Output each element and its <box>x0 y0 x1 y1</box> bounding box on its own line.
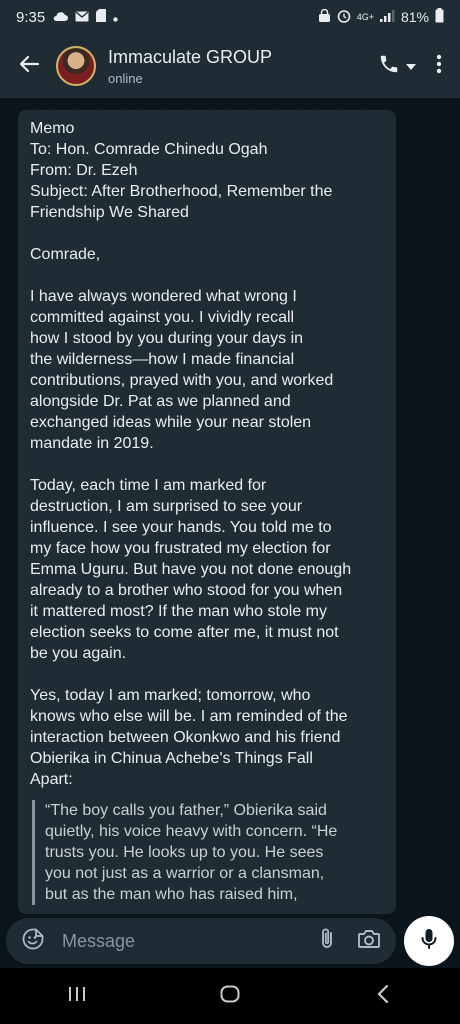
quote-line: “The boy calls you father,” Obierika sai… <box>45 802 327 819</box>
composer-box <box>6 918 396 964</box>
chat-header: Immaculate GROUP online <box>0 34 460 98</box>
lock-icon <box>318 8 331 25</box>
message-line: influence. I see your hands. You told me… <box>30 519 332 536</box>
signal-icon <box>379 9 395 25</box>
message-line: the wilderness—how I made financial <box>30 351 295 368</box>
home-button[interactable] <box>200 976 260 1016</box>
quote-line: you not just as a warrior or a clansman, <box>45 865 325 882</box>
message-line: how I stood by you during your days in <box>30 330 304 347</box>
message-line: exchanged ideas while your near stolen <box>30 414 312 431</box>
chevron-down-icon <box>406 57 416 75</box>
attach-button[interactable] <box>310 924 344 958</box>
message-line: Obierika in Chinua Achebe's Things Fall <box>30 750 313 767</box>
salutation: Comrade, <box>30 246 101 263</box>
message-line: Friendship We Shared <box>30 204 189 221</box>
message-line: Apart: <box>30 771 73 788</box>
cloud-icon <box>52 9 69 26</box>
chat-area[interactable]: Memo To: Hon. Comrade Chinedu Ogah From:… <box>0 98 460 914</box>
message-line: destruction, I am surprised to see your <box>30 498 303 515</box>
memo-header: Memo To: Hon. Comrade Chinedu Ogah From:… <box>30 118 384 223</box>
battery-percent: 81% <box>400 9 429 25</box>
paragraph-1: I have always wondered what wrong I comm… <box>30 286 384 454</box>
message-line: From: Dr. Ezeh <box>30 162 138 179</box>
back-nav-button[interactable] <box>353 976 413 1016</box>
message-line: already to a brother who stood for you w… <box>30 582 343 599</box>
message-line: Subject: After Brotherhood, Remember the <box>30 183 333 200</box>
paragraph-2: Today, each time I am marked for destruc… <box>30 475 384 664</box>
chat-title: Immaculate GROUP <box>108 46 273 67</box>
more-vertical-icon <box>436 54 442 79</box>
message-line: contributions, prayed with you, and work… <box>30 372 334 389</box>
paragraph-3: Yes, today I am marked; tomorrow, who kn… <box>30 685 384 790</box>
composer <box>0 914 460 968</box>
quote-line: trusts you. He looks up to you. He sees <box>45 844 324 861</box>
message-bubble[interactable]: Memo To: Hon. Comrade Chinedu Ogah From:… <box>18 110 396 914</box>
status-time: 9:35 <box>16 8 46 26</box>
chevron-left-icon <box>377 984 389 1008</box>
message-line: Memo <box>30 120 75 137</box>
dot-icon <box>113 9 118 26</box>
camera-icon <box>357 928 381 955</box>
message-line: election seeks to come after me, it must… <box>30 624 339 641</box>
quote-line: quietly, his voice heavy with concern. “… <box>45 823 338 840</box>
recents-icon <box>68 986 86 1007</box>
status-bar: 9:35 4G+ 81% <box>0 0 460 34</box>
message-line: be you again. <box>30 645 127 662</box>
arrow-left-icon <box>18 53 40 80</box>
message-line: interaction between Okonkwo and his frie… <box>30 729 341 746</box>
message-line: mandate in 2019. <box>30 435 154 452</box>
message-line: To: Hon. Comrade Chinedu Ogah <box>30 141 268 158</box>
battery-icon <box>435 8 444 26</box>
message-line: I have always wondered what wrong I <box>30 288 297 305</box>
microphone-icon <box>419 927 439 956</box>
message-line: my face how you frustrated my election f… <box>30 540 331 557</box>
message-line: it mattered most? If the man who stole m… <box>30 603 328 620</box>
voice-message-button[interactable] <box>404 916 454 966</box>
paperclip-icon <box>316 927 338 956</box>
alarm-icon <box>337 9 351 26</box>
chat-status: online <box>108 70 143 86</box>
call-button[interactable] <box>378 49 416 83</box>
recents-button[interactable] <box>47 976 107 1016</box>
back-button[interactable] <box>12 49 46 83</box>
message-input[interactable] <box>62 930 302 952</box>
message-line: knows who else will be. I am reminded of… <box>30 708 348 725</box>
block-quote: “The boy calls you father,” Obierika sai… <box>32 800 384 905</box>
network-type: 4G+ <box>356 11 374 22</box>
more-options-button[interactable] <box>426 49 452 83</box>
sd-card-icon <box>96 8 107 26</box>
message-line: committed against you. I vividly recall <box>30 309 295 326</box>
camera-button[interactable] <box>352 924 386 958</box>
mail-icon <box>75 9 89 26</box>
quote-line: but as the man who has raised him, <box>45 886 298 903</box>
system-nav-bar <box>0 968 460 1024</box>
message-line: Today, each time I am marked for <box>30 477 267 494</box>
emoji-icon <box>21 927 45 956</box>
group-avatar[interactable] <box>56 46 96 86</box>
home-icon <box>220 985 240 1008</box>
message-line: Emma Uguru. But have you not done enough <box>30 561 352 578</box>
phone-icon <box>378 53 400 80</box>
message-line: alongside Dr. Pat as we planned and <box>30 393 291 410</box>
chat-info[interactable]: Immaculate GROUP online <box>108 47 272 86</box>
message-line: Yes, today I am marked; tomorrow, who <box>30 687 311 704</box>
emoji-button[interactable] <box>16 924 50 958</box>
